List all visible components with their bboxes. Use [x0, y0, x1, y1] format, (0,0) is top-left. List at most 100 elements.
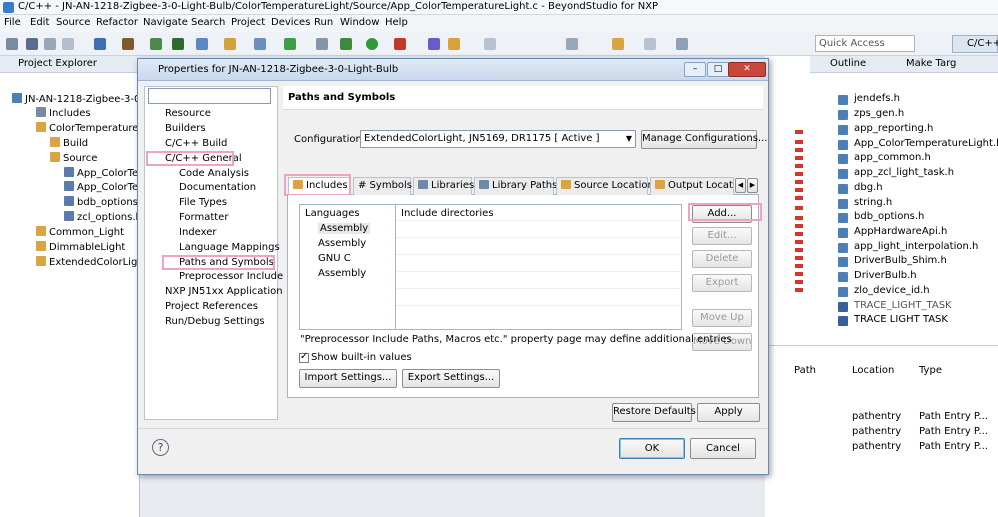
- minimize-icon[interactable]: –: [684, 62, 706, 77]
- save-icon[interactable]: [26, 38, 38, 50]
- outline-item[interactable]: string.h: [854, 197, 892, 208]
- next-annotation-icon[interactable]: [566, 38, 578, 50]
- menu-devices[interactable]: Devices: [271, 17, 310, 28]
- restore-defaults-button[interactable]: Restore Defaults: [612, 403, 696, 422]
- tree-item-file[interactable]: App_ColorTer: [64, 167, 142, 181]
- nav-language-mappings[interactable]: Language Mappings: [179, 242, 280, 253]
- outline-item[interactable]: App_ColorTemperatureLight.h: [854, 138, 998, 149]
- tab-source-location[interactable]: Source Location: [556, 177, 654, 195]
- tab-scroll-right-icon[interactable]: ▶: [747, 178, 758, 193]
- new-file-icon[interactable]: [254, 38, 266, 50]
- bug-icon[interactable]: [340, 38, 352, 50]
- tab-scroll-left-icon[interactable]: ◀: [735, 178, 746, 193]
- filter-input[interactable]: [148, 88, 271, 104]
- outline-item[interactable]: jendefs.h: [854, 93, 900, 104]
- new-project-icon[interactable]: [196, 38, 208, 50]
- outline-item[interactable]: app_zcl_light_task.h: [854, 167, 954, 178]
- search-tools-icon[interactable]: [428, 38, 440, 50]
- col-location[interactable]: Location: [852, 365, 894, 376]
- project-explorer-header[interactable]: Project Explorer: [0, 56, 140, 73]
- settings-icon[interactable]: [94, 38, 106, 50]
- tree-item-build[interactable]: Build: [50, 137, 88, 151]
- edit-button[interactable]: Edit...: [692, 227, 752, 245]
- tree-item-file[interactable]: App_ColorTer: [64, 181, 142, 195]
- outline-item[interactable]: DriverBulb.h: [854, 270, 917, 281]
- nav-file-types[interactable]: File Types: [179, 197, 227, 208]
- menu-refactor[interactable]: Refactor: [96, 17, 138, 28]
- menu-project[interactable]: Project: [231, 17, 265, 28]
- external-tools-icon[interactable]: [394, 38, 406, 50]
- col-type[interactable]: Type: [919, 365, 942, 376]
- language-item[interactable]: GNU C: [318, 253, 351, 264]
- outline-item[interactable]: bdb_options.h: [854, 211, 924, 222]
- nav-indexer[interactable]: Indexer: [179, 227, 217, 238]
- tree-item-source[interactable]: Source: [50, 152, 97, 166]
- tree-item-common-light[interactable]: Common_Light: [36, 226, 124, 240]
- quick-access-input[interactable]: Quick Access: [815, 35, 915, 52]
- outline-item[interactable]: dbg.h: [854, 182, 883, 193]
- menu-file[interactable]: File: [4, 17, 21, 28]
- apply-button[interactable]: Apply: [697, 403, 760, 422]
- nav-formatter[interactable]: Formatter: [179, 212, 228, 223]
- maximize-icon[interactable]: □: [707, 62, 729, 77]
- pointer-icon[interactable]: [316, 38, 328, 50]
- tree-item-includes[interactable]: Includes: [36, 107, 91, 121]
- menu-edit[interactable]: Edit: [30, 17, 49, 28]
- language-item[interactable]: Assembly: [318, 268, 366, 279]
- tree-item-extended-color-light[interactable]: ExtendedColorLight: [36, 256, 148, 270]
- ok-button[interactable]: OK: [619, 438, 685, 459]
- import-settings-button[interactable]: Import Settings...: [299, 369, 397, 388]
- folder-icon[interactable]: [224, 38, 236, 50]
- manage-configurations-button[interactable]: Manage Configurations...: [641, 130, 767, 149]
- nav-resource[interactable]: Resource: [165, 108, 211, 119]
- move-up-button[interactable]: Move Up: [692, 309, 752, 327]
- outline-item[interactable]: app_common.h: [854, 152, 931, 163]
- menu-source[interactable]: Source: [56, 17, 90, 28]
- language-item[interactable]: Assembly: [318, 238, 366, 249]
- language-item[interactable]: Assembly: [318, 223, 371, 234]
- cancel-button[interactable]: Cancel: [690, 438, 756, 459]
- nav-cpp-build[interactable]: C/C++ Build: [165, 138, 227, 149]
- nav-preprocessor-include[interactable]: Preprocessor Include: [179, 271, 283, 282]
- magic-icon[interactable]: [448, 38, 460, 50]
- tree-item-dimmable-light[interactable]: DimmableLight: [36, 241, 125, 255]
- pin-icon[interactable]: [676, 38, 688, 50]
- nav-nxp-jn51xx[interactable]: NXP JN51xx Application: [165, 286, 283, 297]
- menu-navigate[interactable]: Navigate: [143, 17, 188, 28]
- menu-run[interactable]: Run: [314, 17, 333, 28]
- menu-window[interactable]: Window: [340, 17, 379, 28]
- outline-item[interactable]: AppHardwareApi.h: [854, 226, 947, 237]
- tree-item-file[interactable]: zcl_options.h: [64, 211, 142, 225]
- close-icon[interactable]: ✕: [728, 62, 766, 77]
- delete-button[interactable]: Delete: [692, 250, 752, 268]
- new-icon[interactable]: [6, 38, 18, 50]
- nav-project-references[interactable]: Project References: [165, 301, 258, 312]
- tab-symbols[interactable]: # Symbols: [353, 177, 412, 195]
- debug-icon[interactable]: [150, 38, 162, 50]
- forward-icon[interactable]: [644, 38, 656, 50]
- tab-outline[interactable]: Outline: [830, 58, 866, 69]
- outline-item[interactable]: TRACE LIGHT TASK: [854, 314, 948, 325]
- nav-documentation[interactable]: Documentation: [179, 182, 256, 193]
- print-icon[interactable]: [62, 38, 74, 50]
- col-path[interactable]: Path: [794, 365, 816, 376]
- help-icon[interactable]: ?: [152, 439, 169, 456]
- nav-run-debug-settings[interactable]: Run/Debug Settings: [165, 316, 265, 327]
- include-directories-list[interactable]: Include directories: [395, 204, 682, 330]
- tab-libraries[interactable]: Libraries: [413, 177, 474, 195]
- tree-item-colortemperaturelight[interactable]: ColorTemperatureLi: [36, 122, 147, 136]
- export-button[interactable]: Export: [692, 274, 752, 292]
- outline-item[interactable]: zps_gen.h: [854, 108, 904, 119]
- configuration-select[interactable]: ExtendedColorLight, JN5169, DR1175 [ Act…: [360, 130, 636, 148]
- tab-make-targets[interactable]: Make Targ: [906, 58, 956, 69]
- outline-item[interactable]: TRACE_LIGHT_TASK: [854, 300, 952, 311]
- outline-item[interactable]: app_light_interpolation.h: [854, 241, 978, 252]
- nav-builders[interactable]: Builders: [165, 123, 206, 134]
- annotation-icon[interactable]: [484, 38, 496, 50]
- refresh-icon[interactable]: [284, 38, 296, 50]
- perspective-button[interactable]: C/C++: [952, 35, 998, 53]
- nav-code-analysis[interactable]: Code Analysis: [179, 168, 249, 179]
- menu-search[interactable]: Search: [191, 17, 225, 28]
- back-icon[interactable]: [612, 38, 624, 50]
- run-icon[interactable]: [366, 38, 378, 50]
